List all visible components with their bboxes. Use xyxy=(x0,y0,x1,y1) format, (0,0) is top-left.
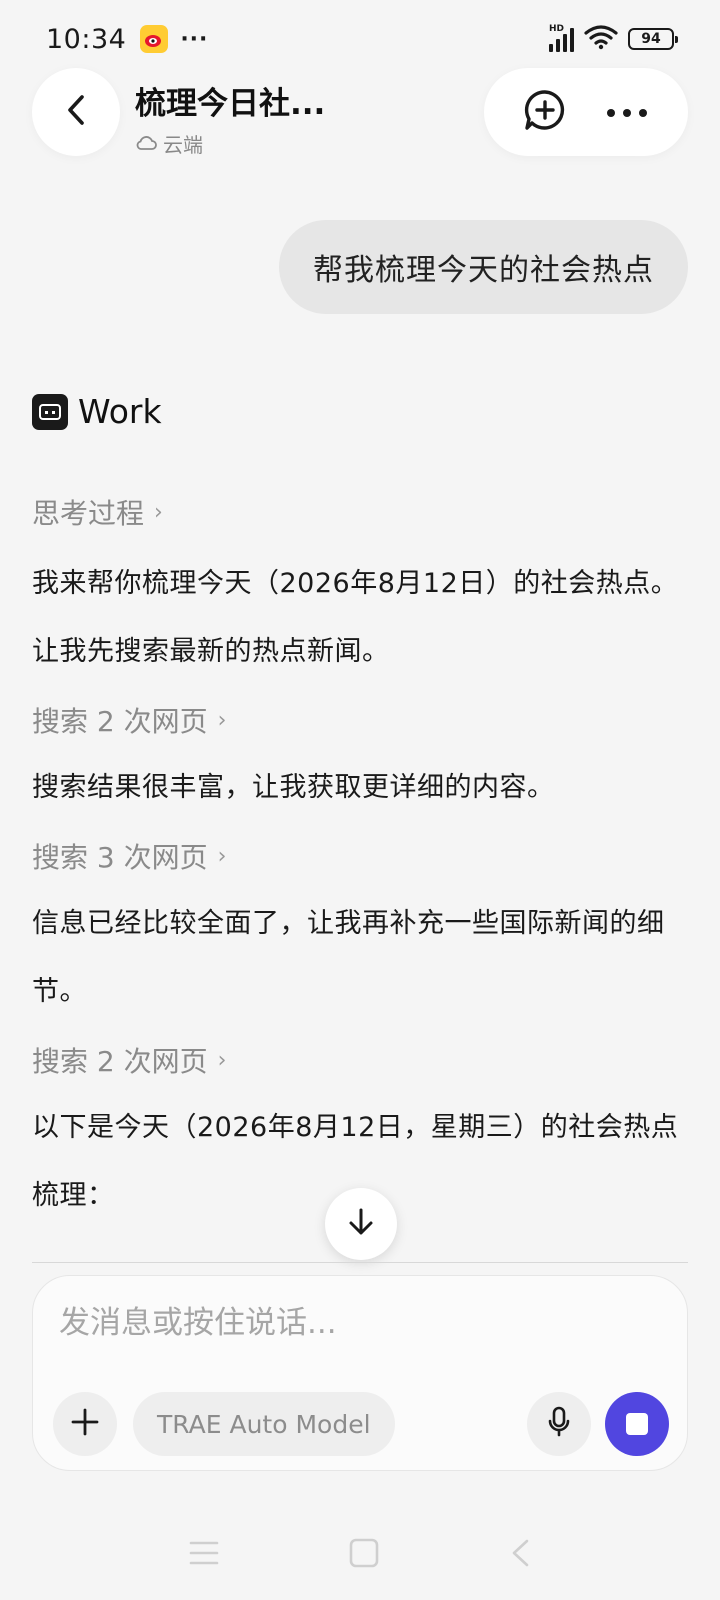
thinking-label: 思考过程 xyxy=(32,497,145,530)
location-badge: 云端 xyxy=(135,129,325,158)
chevron-left-icon xyxy=(64,93,88,131)
model-selector[interactable]: TRAE Auto Model xyxy=(133,1392,395,1456)
new-chat-button[interactable] xyxy=(517,84,573,140)
search-count-label: 搜索 3 次网页 xyxy=(32,841,208,874)
cloud-icon xyxy=(135,132,157,156)
user-message-bubble: 帮我梳理今天的社会热点 xyxy=(279,220,688,314)
home-icon[interactable] xyxy=(349,1538,379,1572)
thinking-process-toggle[interactable]: 思考过程 › xyxy=(32,478,692,546)
more-horizontal-icon xyxy=(606,103,648,122)
search-results-toggle[interactable]: 搜索 2 次网页 › xyxy=(32,1026,692,1094)
voice-input-button[interactable] xyxy=(527,1392,591,1456)
chevron-right-icon: › xyxy=(217,707,227,733)
chevron-right-icon: › xyxy=(154,499,163,525)
title-block: 梳理今日社... 云端 xyxy=(135,78,325,158)
status-time: 10:34 xyxy=(46,23,127,55)
back-nav-icon[interactable] xyxy=(509,1538,531,1572)
composer-divider xyxy=(32,1262,688,1263)
battery-icon: 94 xyxy=(628,28,678,50)
agent-identity: Work xyxy=(32,392,162,431)
signal-icon: HD xyxy=(549,24,574,52)
agent-icon xyxy=(32,393,68,430)
search-results-toggle[interactable]: 搜索 3 次网页 › xyxy=(32,822,692,890)
new-chat-icon xyxy=(523,88,567,136)
response-paragraph: 信息已经比较全面了，让我再补充一些国际新闻的细节。 xyxy=(32,908,665,1007)
scroll-to-bottom-button[interactable] xyxy=(325,1188,397,1260)
menu-icon[interactable] xyxy=(189,1540,219,1570)
response-paragraph: 搜索结果很丰富，让我获取更详细的内容。 xyxy=(32,772,555,803)
stop-icon xyxy=(626,1413,648,1435)
microphone-icon xyxy=(547,1406,571,1442)
message-composer: TRAE Auto Model xyxy=(32,1275,688,1471)
status-bar: 10:34 ··· HD 94 xyxy=(0,0,720,78)
message-input[interactable] xyxy=(59,1298,659,1348)
hd-label: HD xyxy=(549,24,565,34)
page-title: 梳理今日社... xyxy=(135,86,326,122)
response-paragraph: 我来帮你梳理今天（2026年8月12日）的社会热点。让我先搜索最新的热点新闻。 xyxy=(32,568,679,667)
more-options-button[interactable] xyxy=(599,84,655,140)
battery-level: 94 xyxy=(641,31,661,47)
more-dots-icon: ··· xyxy=(180,26,209,52)
system-nav-bar xyxy=(0,1520,720,1590)
model-label: TRAE Auto Model xyxy=(157,1409,371,1439)
search-count-label: 搜索 2 次网页 xyxy=(32,1045,208,1078)
agent-name: Work xyxy=(78,392,162,431)
weibo-icon xyxy=(140,25,169,53)
stop-generation-button[interactable] xyxy=(605,1392,669,1456)
chevron-right-icon: › xyxy=(217,1047,227,1073)
back-button[interactable] xyxy=(32,68,120,156)
wifi-icon xyxy=(584,24,618,54)
arrow-down-icon xyxy=(347,1207,375,1241)
chat-header: 梳理今日社... 云端 xyxy=(0,68,720,158)
header-actions xyxy=(484,68,688,156)
plus-icon xyxy=(70,1407,100,1441)
search-results-toggle[interactable]: 搜索 2 次网页 › xyxy=(32,686,692,754)
chevron-right-icon: › xyxy=(217,843,227,869)
status-right: HD 94 xyxy=(549,24,678,54)
search-count-label: 搜索 2 次网页 xyxy=(32,705,208,738)
location-label: 云端 xyxy=(163,133,203,157)
agent-response: 思考过程 › 我来帮你梳理今天（2026年8月12日）的社会热点。让我先搜索最新… xyxy=(32,478,692,1230)
attach-button[interactable] xyxy=(53,1392,117,1456)
